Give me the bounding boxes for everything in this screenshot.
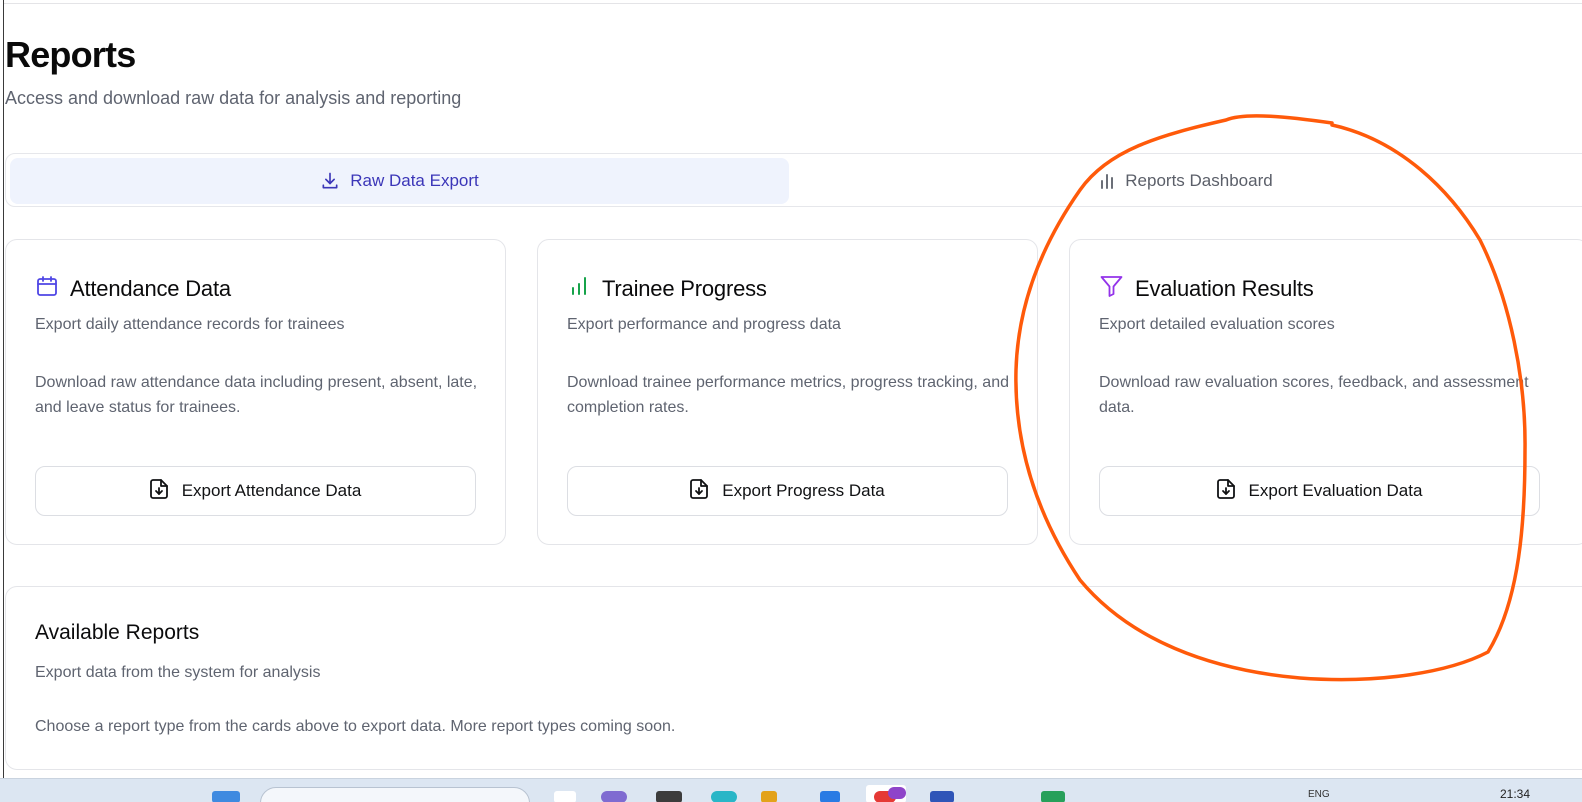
button-label: Export Attendance Data	[181, 481, 362, 500]
section-title: Available Reports	[35, 621, 200, 644]
button-label: Export Evaluation Data	[1248, 481, 1423, 500]
section-message: Choose a report type from the cards abov…	[35, 718, 676, 735]
tab-label: Raw Data Export	[350, 171, 479, 190]
attendance-data-card: Attendance Data Export daily attendance …	[5, 239, 506, 545]
bar-chart-icon	[1099, 172, 1115, 190]
taskbar-search-input[interactable]	[260, 787, 530, 802]
app-icon[interactable]	[601, 791, 627, 802]
taskbar: ENG 21:34	[0, 778, 1582, 802]
card-title: Attendance Data	[70, 275, 231, 301]
report-tabs: Raw Data Export Reports Dashboard	[5, 153, 1582, 207]
button-label: Export Progress Data	[722, 481, 885, 500]
export-evaluation-button[interactable]: Export Evaluation Data	[1099, 466, 1540, 516]
card-body: Download raw attendance data including p…	[35, 374, 478, 416]
card-body: Download trainee performance metrics, pr…	[567, 374, 1009, 416]
taskbar-clock[interactable]: 21:34	[1500, 787, 1530, 801]
tab-raw-data-export[interactable]: Raw Data Export	[10, 158, 789, 204]
app-icon[interactable]	[554, 791, 576, 802]
app-icon[interactable]	[711, 791, 737, 802]
export-progress-button[interactable]: Export Progress Data	[567, 466, 1008, 516]
page-subtitle: Access and download raw data for analysi…	[5, 88, 462, 108]
card-description: Export detailed evaluation scores	[1099, 316, 1335, 333]
card-title: Evaluation Results	[1135, 275, 1314, 301]
top-divider	[4, 3, 1582, 4]
card-description: Export daily attendance records for trai…	[35, 316, 345, 333]
filter-icon	[1099, 274, 1124, 303]
tab-reports-dashboard[interactable]: Reports Dashboard	[791, 158, 1581, 204]
app-icon[interactable]	[930, 791, 954, 802]
card-body: Download raw evaluation scores, feedback…	[1099, 374, 1529, 416]
calendar-icon	[35, 274, 59, 303]
left-window-edge	[3, 0, 4, 778]
section-subtitle: Export data from the system for analysis	[35, 664, 321, 681]
available-reports-panel: Available Reports Export data from the s…	[5, 586, 1582, 770]
app-icon[interactable]	[888, 787, 906, 799]
download-icon	[320, 171, 340, 191]
app-icon[interactable]	[761, 791, 777, 802]
language-indicator[interactable]: ENG	[1308, 789, 1330, 800]
file-download-icon	[149, 478, 168, 504]
bar-chart-icon	[567, 274, 591, 303]
file-download-icon	[1216, 478, 1235, 504]
app-icon[interactable]	[1041, 791, 1065, 802]
card-title: Trainee Progress	[602, 275, 767, 301]
app-icon[interactable]	[820, 791, 840, 802]
reports-page: Reports Access and download raw data for…	[0, 0, 1582, 802]
card-description: Export performance and progress data	[567, 316, 841, 333]
tab-label: Reports Dashboard	[1125, 171, 1273, 190]
trainee-progress-card: Trainee Progress Export performance and …	[537, 239, 1038, 545]
page-title: Reports	[5, 34, 136, 75]
app-icon[interactable]	[656, 791, 682, 802]
export-attendance-button[interactable]: Export Attendance Data	[35, 466, 476, 516]
start-icon[interactable]	[212, 791, 240, 802]
file-download-icon	[690, 478, 709, 504]
evaluation-results-card: Evaluation Results Export detailed evalu…	[1069, 239, 1582, 545]
